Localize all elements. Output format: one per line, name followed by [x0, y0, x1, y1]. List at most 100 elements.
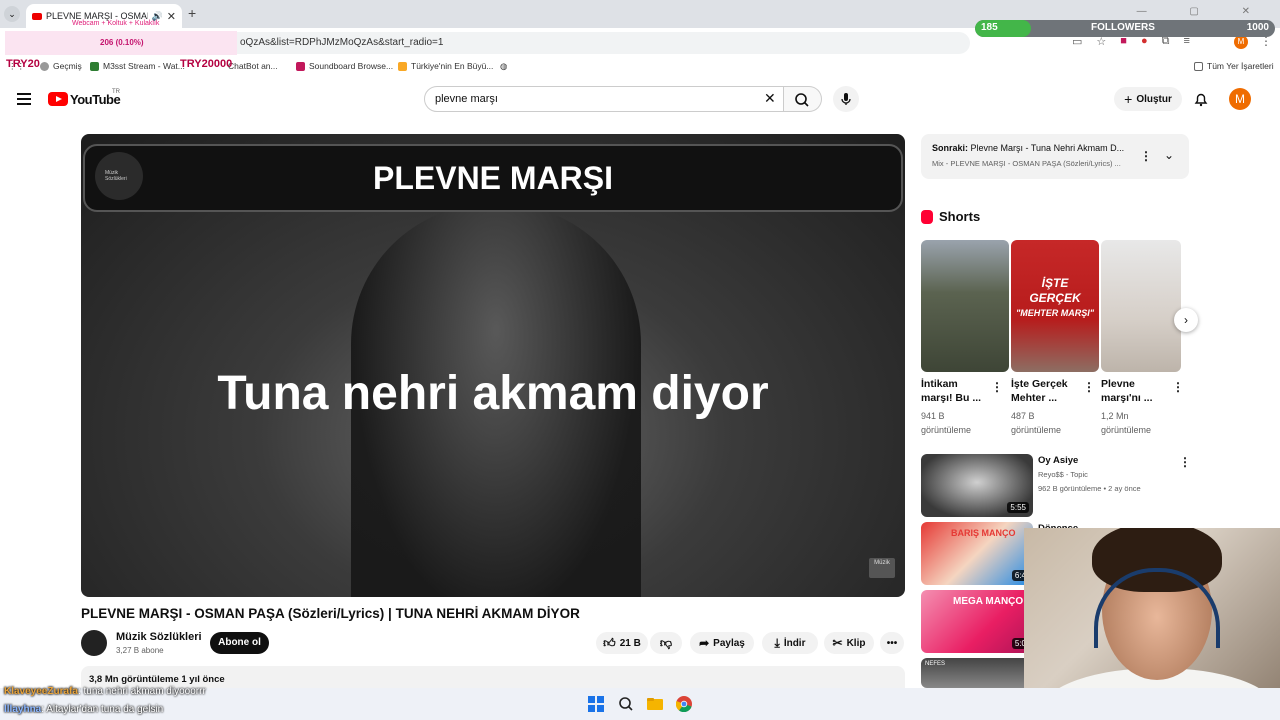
- video-watermark: Müzik: [869, 558, 895, 578]
- short-thumbnail[interactable]: İŞTE GERÇEK "MEHTER MARŞI": [1011, 240, 1099, 372]
- scissors-icon: ✂: [832, 636, 843, 650]
- like-button[interactable]: 👍︎ 21 B: [596, 632, 648, 654]
- search-input[interactable]: [424, 86, 784, 112]
- short-overlay-text: İŞTE GERÇEK "MEHTER MARŞI": [1015, 276, 1095, 318]
- new-tab-button[interactable]: +: [188, 5, 196, 21]
- video-thumbnail[interactable]: BARIŞ MANÇO 6:4: [921, 522, 1033, 585]
- up-next-playlist: Mix - PLEVNE MARŞI - OSMAN PAŞA (Sözleri…: [932, 159, 1121, 168]
- bookmark-favicon-icon: [398, 61, 407, 71]
- up-next-prefix: Sonraki:: [932, 143, 969, 153]
- video-meta: 962 B görüntüleme • 2 ay önce: [1038, 484, 1141, 493]
- globe-icon[interactable]: ◍: [500, 61, 507, 72]
- shorts-label: Shorts: [939, 209, 981, 224]
- thumbs-up-icon: 👍︎: [603, 635, 616, 650]
- bookmark-history[interactable]: Geçmiş: [40, 61, 82, 71]
- clip-label: Klip: [846, 637, 866, 649]
- clip-button[interactable]: ✂ Klip: [824, 632, 874, 654]
- close-tab-icon[interactable]: ✕: [167, 10, 176, 23]
- plus-icon: +: [1124, 91, 1133, 107]
- chat-text: : Altaylar'dan tuna da gelsin: [41, 704, 164, 715]
- chevron-right-icon[interactable]: ›: [1174, 308, 1198, 332]
- download-button[interactable]: ⤓ İndir: [762, 632, 818, 654]
- subscribe-button[interactable]: Abone ol: [210, 632, 269, 654]
- share-button[interactable]: ➦ Paylaş: [690, 632, 754, 654]
- view-stats: 3,8 Mn görüntüleme 1 yıl önce: [89, 674, 225, 685]
- account-avatar[interactable]: M: [1229, 88, 1251, 110]
- voice-search-button[interactable]: [833, 86, 859, 112]
- microphone-icon: [841, 93, 851, 105]
- all-bookmarks[interactable]: Tüm Yer İşaretleri: [1194, 61, 1274, 71]
- try-amount-large: TRY20000: [180, 58, 233, 70]
- file-explorer-icon[interactable]: [647, 696, 663, 712]
- lyric-caption: Tuna nehri akmam diyor: [217, 367, 769, 420]
- notifications-button[interactable]: [1193, 91, 1209, 112]
- channel-name[interactable]: Müzik Sözlükleri: [116, 631, 202, 643]
- video-thumbnail[interactable]: 5:55: [921, 454, 1033, 517]
- short-views: 941 B görüntüleme: [921, 411, 972, 435]
- video-title: PLEVNE MARŞI - OSMAN PAŞA (Sözleri/Lyric…: [81, 606, 580, 621]
- search-button[interactable]: [784, 86, 822, 112]
- short-title[interactable]: Plevne marşı'nı ...: [1101, 377, 1171, 405]
- bookmark-favicon-icon: [296, 61, 305, 71]
- video-player[interactable]: Müzik Sözlükleri PLEVNE MARŞI Tuna nehri…: [81, 134, 905, 597]
- youtube-favicon-icon: [32, 12, 42, 20]
- video-thumbnail[interactable]: NEFES: [921, 658, 1033, 688]
- chat-username: KlaveyeeZurafa: [4, 686, 78, 697]
- bookmark-soundboard[interactable]: Soundboard Browse...: [296, 61, 393, 71]
- profile-avatar[interactable]: M: [1234, 35, 1248, 49]
- bookmark-chatbot[interactable]: ChatBot an...: [228, 61, 278, 71]
- video-duration: 5:55: [1007, 502, 1029, 513]
- channel-avatar[interactable]: [81, 630, 107, 656]
- followers-label: FOLLOWERS: [1091, 22, 1155, 33]
- hamburger-menu-icon[interactable]: [17, 93, 31, 105]
- video-channel[interactable]: Reyo$$ - Topic: [1038, 470, 1088, 479]
- chat-message: KlaveyeeZurafa: tuna nehri akmam diyooor…: [4, 686, 206, 697]
- up-next-video: Plevne Marşı - Tuna Nehri Akmam D...: [970, 143, 1125, 153]
- share-icon: ➦: [699, 636, 710, 650]
- bookmark-turkiye[interactable]: Türkiye'nin En Büyü...: [398, 61, 493, 71]
- chevron-down-icon[interactable]: ⌄: [1164, 148, 1174, 162]
- chrome-icon[interactable]: [675, 696, 692, 713]
- taskbar-search-icon[interactable]: [618, 696, 634, 712]
- short-menu-icon[interactable]: ⋮: [1083, 380, 1095, 394]
- share-label: Paylaş: [713, 637, 745, 649]
- thumbnail-overlay-text: BARIŞ MANÇO: [951, 528, 1016, 538]
- window-controls[interactable]: — ▢ ✕: [1137, 6, 1270, 17]
- short-title[interactable]: İşte Gerçek Mehter ...: [1011, 377, 1081, 405]
- video-menu-icon[interactable]: ⋮: [1179, 455, 1191, 469]
- create-label: Oluştur: [1136, 93, 1172, 105]
- clear-search-icon[interactable]: ✕: [764, 90, 776, 107]
- thumbs-down-icon: 👎︎: [659, 635, 673, 650]
- chat-message: lllayhna: Altaylar'dan tuna da gelsin: [4, 704, 163, 715]
- download-icon: ⤓: [774, 635, 780, 650]
- short-menu-icon[interactable]: ⋮: [1172, 380, 1184, 394]
- short-views: 487 B görüntüleme: [1011, 411, 1062, 435]
- up-next-title: Sonraki: Plevne Marşı - Tuna Nehri Akmam…: [932, 143, 1124, 153]
- youtube-logo-icon[interactable]: [48, 92, 68, 106]
- more-actions-button[interactable]: •••: [880, 632, 904, 654]
- url-field[interactable]: oQzAs&list=RDPhJMzMoQzAs&start_radio=1: [150, 32, 970, 54]
- shorts-heading: Shorts: [921, 209, 980, 224]
- create-button[interactable]: + Oluştur: [1114, 87, 1182, 111]
- followers-goal: 1000: [1246, 22, 1269, 33]
- bookmark-favicon-icon: [90, 61, 99, 71]
- tab-list-button[interactable]: ⌄: [4, 6, 20, 22]
- donation-goal-progress: 206 (0.10%): [100, 38, 144, 47]
- shorts-logo-icon: [921, 209, 933, 224]
- dislike-button[interactable]: 👎︎: [650, 632, 682, 654]
- donation-goal-label: Webcam + Koltuk + Kulaklık: [72, 20, 160, 27]
- chat-text: : tuna nehri akmam diyooorrr: [77, 686, 206, 697]
- short-thumbnail[interactable]: [1101, 240, 1181, 372]
- windows-start-icon[interactable]: [588, 696, 604, 712]
- bookmark-m3sst[interactable]: M3sst Stream - Wat...: [90, 61, 185, 71]
- description-box[interactable]: 3,8 Mn görüntüleme 1 yıl önce: [81, 666, 905, 688]
- short-menu-icon[interactable]: ⋮: [991, 380, 1003, 394]
- like-count: 21 B: [619, 637, 641, 649]
- up-next-menu-icon[interactable]: ⋮: [1140, 149, 1152, 163]
- chat-username: lllayhna: [4, 704, 42, 715]
- video-title-link[interactable]: Oy Asiye: [1038, 455, 1078, 466]
- short-thumbnail[interactable]: [921, 240, 1009, 372]
- short-title[interactable]: İntikam marşı! Bu ...: [921, 377, 991, 405]
- followers-current: 185: [981, 22, 998, 33]
- video-thumbnail[interactable]: MEGA MANÇO 5:0: [921, 590, 1033, 653]
